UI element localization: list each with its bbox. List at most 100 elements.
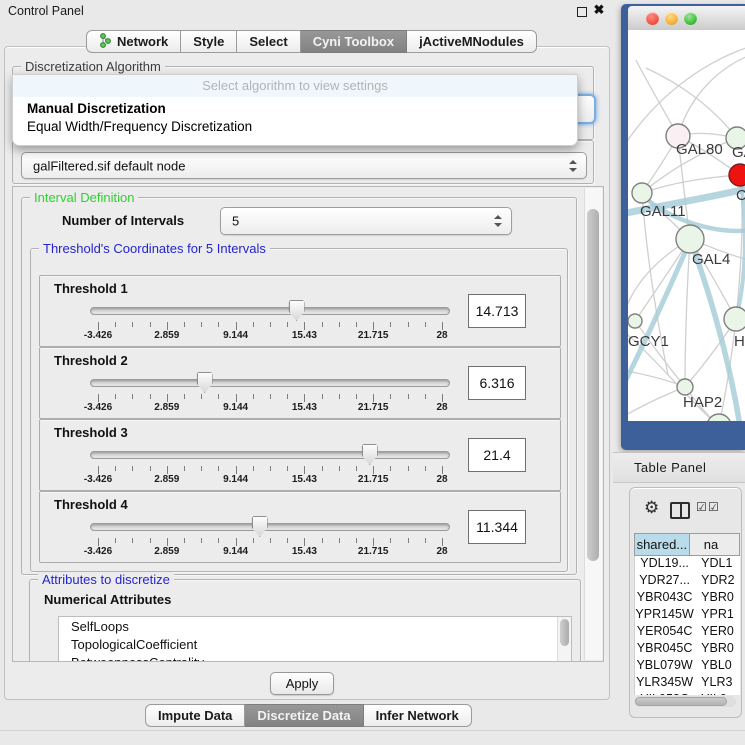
table-row[interactable]: YDL19...YDL1	[635, 556, 740, 573]
num-intervals-combobox[interactable]: 5	[220, 207, 512, 235]
close-icon[interactable]: ✖	[593, 4, 605, 16]
minor-tick	[322, 538, 323, 543]
settings-scrollbar[interactable]	[584, 188, 602, 660]
tick-label: 2.859	[135, 330, 199, 341]
cell-shared-name: YPR145W	[635, 607, 694, 624]
tab-discretize-data[interactable]: Discretize Data	[245, 704, 363, 727]
split-columns-icon[interactable]	[670, 502, 690, 519]
tab-style[interactable]: Style	[181, 30, 237, 53]
minor-tick	[425, 538, 426, 543]
network-node-gal11[interactable]	[632, 183, 652, 203]
float-window-icon[interactable]	[577, 7, 587, 17]
slider-track[interactable]	[90, 379, 450, 387]
threshold-slider[interactable]: -3.4262.8599.14415.4321.71528	[90, 444, 450, 486]
minor-tick	[132, 538, 133, 543]
table-hscrollbar[interactable]	[634, 696, 736, 707]
minor-tick	[150, 322, 151, 327]
tab-network[interactable]: Network	[86, 30, 181, 53]
minor-tick	[115, 466, 116, 471]
tab-select[interactable]: Select	[237, 30, 300, 53]
minor-tick	[287, 466, 288, 471]
list-scrollbar-thumb[interactable]	[560, 619, 569, 646]
table-hscrollbar-thumb[interactable]	[635, 697, 727, 706]
column-header-1[interactable]: shared...	[634, 533, 690, 556]
minor-tick	[356, 322, 357, 327]
minor-tick	[253, 394, 254, 399]
threshold-slider[interactable]: -3.4262.8599.14415.4321.71528	[90, 300, 450, 342]
slider-track[interactable]	[90, 307, 450, 315]
node-table: shared...na YDL19...YDL1YDR27...YDR2YBR0…	[634, 533, 740, 695]
table-panel-titlebar: Table Panel	[613, 452, 745, 483]
threshold-value-field[interactable]: 14.713	[468, 294, 526, 328]
network-canvas[interactable]: GAL80GACGAL11GAL4GCY1HHAP2	[628, 30, 745, 421]
tab-jactivemnodules[interactable]: jActiveMNodules	[407, 30, 537, 53]
table-row[interactable]: YER054CYER0	[635, 624, 740, 641]
tick-label: 9.144	[204, 546, 268, 557]
attribute-list-item[interactable]: TopologicalCoefficient	[59, 635, 571, 653]
table-row[interactable]: YPR145WYPR1	[635, 607, 740, 624]
slider-track[interactable]	[90, 523, 450, 531]
minor-tick	[201, 394, 202, 399]
table-row[interactable]: YBR043CYBR0	[635, 590, 740, 607]
network-edge[interactable]	[628, 387, 685, 416]
tick-label: 28	[410, 402, 474, 413]
settings-scrollbar-thumb[interactable]	[587, 209, 599, 561]
table-row[interactable]: YIL052CYIL0	[635, 692, 740, 695]
tab-impute-data[interactable]: Impute Data	[145, 704, 245, 727]
major-tick	[236, 394, 237, 402]
zoom-traffic-light[interactable]	[684, 12, 697, 25]
algorithm-option[interactable]: Equal Width/Frequency Discretization	[27, 119, 252, 134]
slider-thumb[interactable]	[362, 444, 378, 465]
minor-tick	[287, 394, 288, 399]
minor-tick	[184, 466, 185, 471]
thresholds-group-title: Threshold's Coordinates for 5 Intervals	[39, 241, 270, 256]
network-window: GAL80GACGAL11GAL4GCY1HHAP2	[621, 4, 745, 450]
minor-tick	[270, 466, 271, 471]
gear-icon[interactable]: ⚙	[644, 498, 659, 518]
slider-thumb[interactable]	[197, 372, 213, 393]
list-scrollbar[interactable]	[557, 617, 571, 662]
network-node-hap2[interactable]	[677, 379, 693, 395]
tick-label: -3.426	[66, 402, 130, 413]
threshold-value-field[interactable]: 11.344	[468, 510, 526, 544]
threshold-slider[interactable]: -3.4262.8599.14415.4321.71528	[90, 516, 450, 558]
top-tab-bar: NetworkStyleSelectCyni ToolboxjActiveMNo…	[86, 30, 537, 53]
threshold-value-field[interactable]: 21.4	[468, 438, 526, 472]
table-row[interactable]: YBL079WYBL0	[635, 658, 740, 675]
table-row[interactable]: YDR27...YDR2	[635, 573, 740, 590]
select-columns-icon[interactable]: ☑	[696, 500, 707, 514]
select-all-columns-icon[interactable]: ☑	[708, 500, 719, 514]
threshold-value-field[interactable]: 6.316	[468, 366, 526, 400]
network-node-gcy1[interactable]	[628, 314, 642, 328]
slider-track[interactable]	[90, 451, 450, 459]
network-edge[interactable]	[678, 56, 745, 136]
slider-thumb[interactable]	[289, 300, 305, 321]
network-node-gal4[interactable]	[676, 225, 704, 253]
apply-button[interactable]: Apply	[270, 672, 334, 695]
minor-tick	[287, 538, 288, 543]
popup-hint: Select algorithm to view settings	[13, 75, 577, 97]
tab-infer-network[interactable]: Infer Network	[364, 704, 472, 727]
slider-thumb[interactable]	[252, 516, 268, 537]
table-row[interactable]: YLR345WYLR3	[635, 675, 740, 692]
network-edge[interactable]	[685, 239, 690, 387]
minor-tick	[218, 538, 219, 543]
network-node[interactable]	[707, 414, 731, 421]
network-edge[interactable]	[636, 60, 678, 136]
minimize-traffic-light[interactable]	[665, 12, 678, 25]
close-traffic-light[interactable]	[646, 12, 659, 25]
algorithm-option[interactable]: Manual Discretization	[27, 101, 166, 116]
table-row[interactable]: YBR045CYBR0	[635, 641, 740, 658]
major-tick	[442, 466, 443, 474]
attribute-list-item[interactable]: BetweennessCentrality	[59, 653, 571, 662]
attribute-list-item[interactable]: SelfLoops	[59, 617, 571, 635]
major-tick	[304, 394, 305, 402]
node-label: H	[734, 333, 745, 350]
network-node-h[interactable]	[724, 307, 745, 331]
tab-cyni-toolbox[interactable]: Cyni Toolbox	[301, 30, 407, 53]
network-node-c[interactable]	[729, 164, 745, 186]
table-data-combobox[interactable]: galFiltered.sif default node	[21, 152, 587, 179]
threshold-slider[interactable]: -3.4262.8599.14415.4321.71528	[90, 372, 450, 414]
tick-label: -3.426	[66, 330, 130, 341]
column-header-2[interactable]: na	[690, 533, 740, 556]
